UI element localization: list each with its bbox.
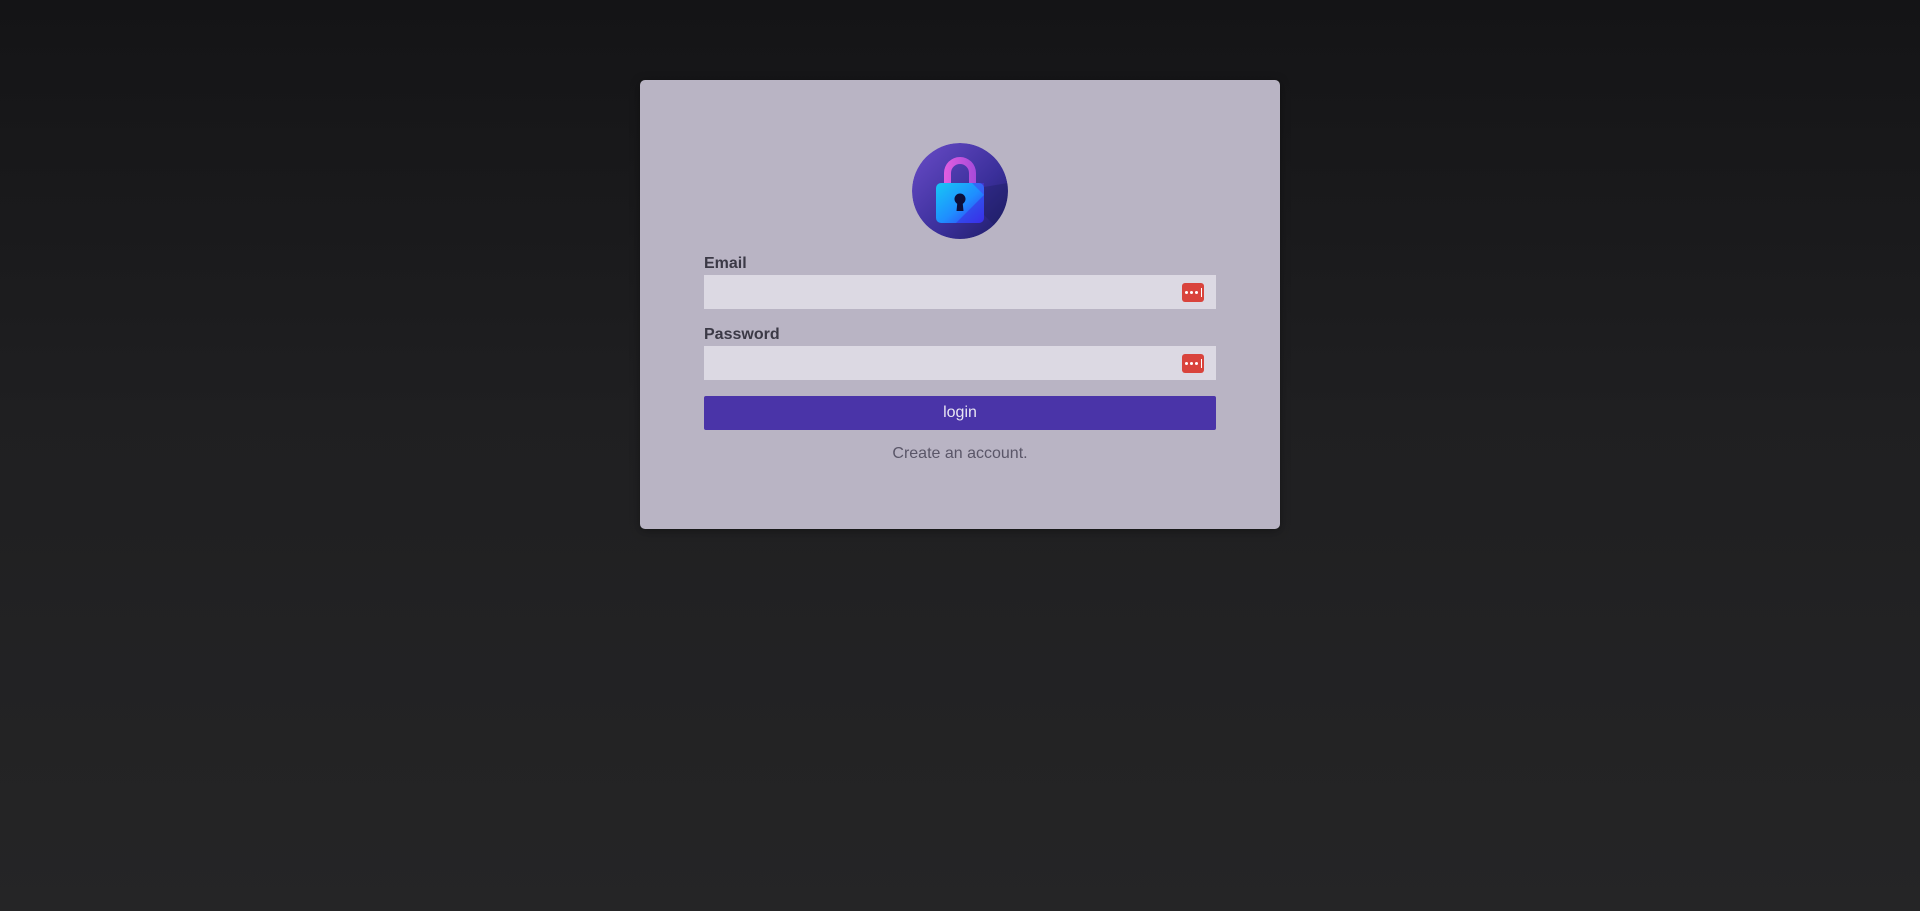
email-label: Email — [704, 255, 747, 272]
login-card: Email Password login Create an account. — [640, 80, 1280, 529]
password-label: Password — [704, 326, 780, 343]
password-manager-icon[interactable] — [1182, 354, 1204, 373]
login-button[interactable]: login — [704, 396, 1216, 430]
password-input[interactable] — [704, 346, 1216, 380]
email-input[interactable] — [704, 275, 1216, 309]
login-form: Email Password login Create an account. — [704, 254, 1216, 463]
password-manager-icon[interactable] — [1182, 283, 1204, 302]
create-account-link[interactable]: Create an account. — [704, 445, 1216, 463]
email-field-wrapper — [704, 275, 1216, 309]
password-field-wrapper — [704, 346, 1216, 380]
lock-icon — [912, 143, 1008, 239]
